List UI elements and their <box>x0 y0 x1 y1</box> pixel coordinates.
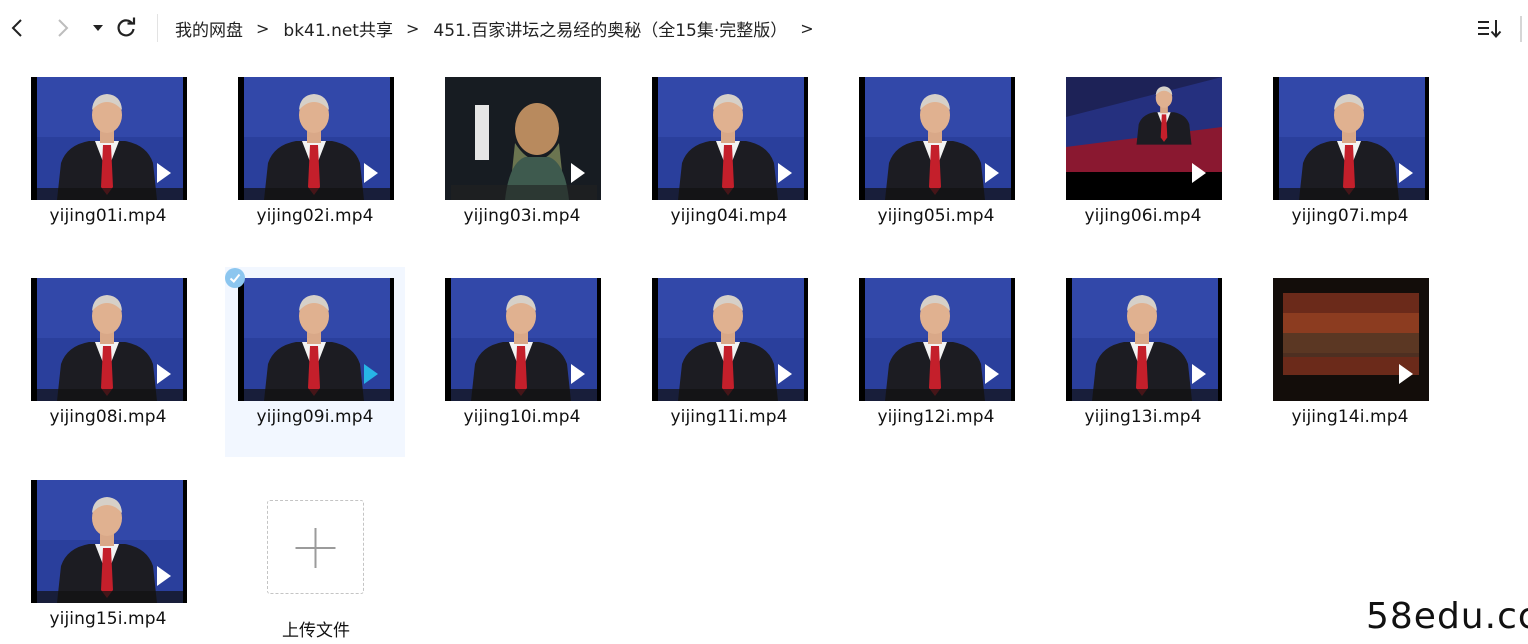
file-tile[interactable]: yijing05i.mp4 <box>846 66 1026 256</box>
thumbnail-image <box>238 278 394 401</box>
thumbnail-image <box>652 77 808 200</box>
back-button[interactable] <box>5 14 29 42</box>
thumbnail-image <box>652 278 808 401</box>
refresh-button[interactable] <box>114 14 138 42</box>
video-thumbnail[interactable] <box>652 77 808 200</box>
thumbnail-image <box>859 278 1015 401</box>
thumbnail-image <box>1273 278 1429 401</box>
thumbnail-image <box>859 77 1015 200</box>
file-name[interactable]: yijing11i.mp4 <box>639 407 819 427</box>
plus-icon <box>295 528 336 568</box>
video-thumbnail[interactable] <box>1273 278 1429 401</box>
history-dropdown-button[interactable] <box>86 14 110 42</box>
video-thumbnail[interactable] <box>859 278 1015 401</box>
file-name[interactable]: yijing05i.mp4 <box>846 206 1026 226</box>
file-tile[interactable]: yijing08i.mp4 <box>18 267 198 457</box>
refresh-icon <box>117 17 136 37</box>
selected-check-icon[interactable] <box>225 268 245 288</box>
file-name[interactable]: yijing10i.mp4 <box>432 407 612 427</box>
thumbnail-image <box>31 278 187 401</box>
breadcrumb-item-root[interactable]: 我的网盘 <box>175 16 243 41</box>
thumbnail-image <box>238 77 394 200</box>
video-thumbnail[interactable] <box>238 278 394 401</box>
video-thumbnail[interactable] <box>859 77 1015 200</box>
file-name[interactable]: yijing03i.mp4 <box>432 206 612 226</box>
forward-button[interactable] <box>51 14 75 42</box>
file-tile[interactable]: yijing09i.mp4 <box>225 267 405 457</box>
breadcrumb: 我的网盘 > bk41.net共享 > 451.百家讲坛之易经的奥秘（全15集·… <box>175 15 828 41</box>
video-thumbnail[interactable] <box>652 278 808 401</box>
scroll-edge <box>1520 16 1522 42</box>
breadcrumb-item-share[interactable]: bk41.net共享 <box>283 16 393 41</box>
video-thumbnail[interactable] <box>1273 77 1429 200</box>
file-tile[interactable]: yijing06i.mp4 <box>1053 66 1233 256</box>
video-thumbnail[interactable] <box>1066 278 1222 401</box>
file-name[interactable]: yijing07i.mp4 <box>1260 206 1440 226</box>
forward-icon <box>58 19 69 37</box>
file-name[interactable]: yijing08i.mp4 <box>18 407 198 427</box>
thumbnail-image <box>1066 77 1222 200</box>
file-name[interactable]: yijing12i.mp4 <box>846 407 1026 427</box>
video-thumbnail[interactable] <box>31 278 187 401</box>
file-tile[interactable]: yijing04i.mp4 <box>639 66 819 256</box>
file-name[interactable]: yijing01i.mp4 <box>18 206 198 226</box>
file-name[interactable]: yijing14i.mp4 <box>1260 407 1440 427</box>
back-icon <box>11 19 22 37</box>
video-thumbnail[interactable] <box>31 77 187 200</box>
breadcrumb-separator: > <box>405 18 420 38</box>
thumbnail-image <box>445 278 601 401</box>
file-tile[interactable]: yijing13i.mp4 <box>1053 267 1233 457</box>
file-name[interactable]: yijing09i.mp4 <box>225 407 405 427</box>
video-thumbnail[interactable] <box>445 77 601 200</box>
chevron-down-icon <box>93 25 103 31</box>
watermark: 58edu.cc <box>1366 596 1528 637</box>
upload-file-label[interactable]: 上传文件 <box>226 616 406 641</box>
file-tile[interactable]: yijing11i.mp4 <box>639 267 819 457</box>
file-name[interactable]: yijing04i.mp4 <box>639 206 819 226</box>
file-tile[interactable]: yijing07i.mp4 <box>1260 66 1440 256</box>
sort-button[interactable] <box>1476 16 1506 42</box>
thumbnail-image <box>445 77 601 200</box>
file-name[interactable]: yijing13i.mp4 <box>1053 407 1233 427</box>
file-tile[interactable]: yijing12i.mp4 <box>846 267 1026 457</box>
file-tile[interactable]: yijing10i.mp4 <box>432 267 612 457</box>
file-tile[interactable]: yijing14i.mp4 <box>1260 267 1440 457</box>
file-tile[interactable]: yijing01i.mp4 <box>18 66 198 256</box>
thumbnail-image <box>31 480 187 603</box>
toolbar-divider <box>157 14 158 42</box>
video-thumbnail[interactable] <box>445 278 601 401</box>
upload-file-button[interactable] <box>267 500 364 594</box>
breadcrumb-separator[interactable]: > <box>800 19 813 38</box>
file-name[interactable]: yijing02i.mp4 <box>225 206 405 226</box>
file-name[interactable]: yijing06i.mp4 <box>1053 206 1233 226</box>
thumbnail-image <box>1273 77 1429 200</box>
sort-icon <box>1478 20 1502 38</box>
breadcrumb-separator: > <box>256 18 270 38</box>
video-thumbnail[interactable] <box>238 77 394 200</box>
breadcrumb-item-folder[interactable]: 451.百家讲坛之易经的奥秘（全15集·完整版） <box>433 16 787 41</box>
toolbar: 我的网盘 > bk41.net共享 > 451.百家讲坛之易经的奥秘（全15集·… <box>0 0 1528 56</box>
video-thumbnail[interactable] <box>1066 77 1222 200</box>
file-name[interactable]: yijing15i.mp4 <box>18 609 198 629</box>
file-tile[interactable]: yijing03i.mp4 <box>432 66 612 256</box>
file-tile[interactable]: yijing15i.mp4 <box>18 469 198 644</box>
file-tile[interactable]: yijing02i.mp4 <box>225 66 405 256</box>
thumbnail-image <box>31 77 187 200</box>
video-thumbnail[interactable] <box>31 480 187 603</box>
thumbnail-image <box>1066 278 1222 401</box>
